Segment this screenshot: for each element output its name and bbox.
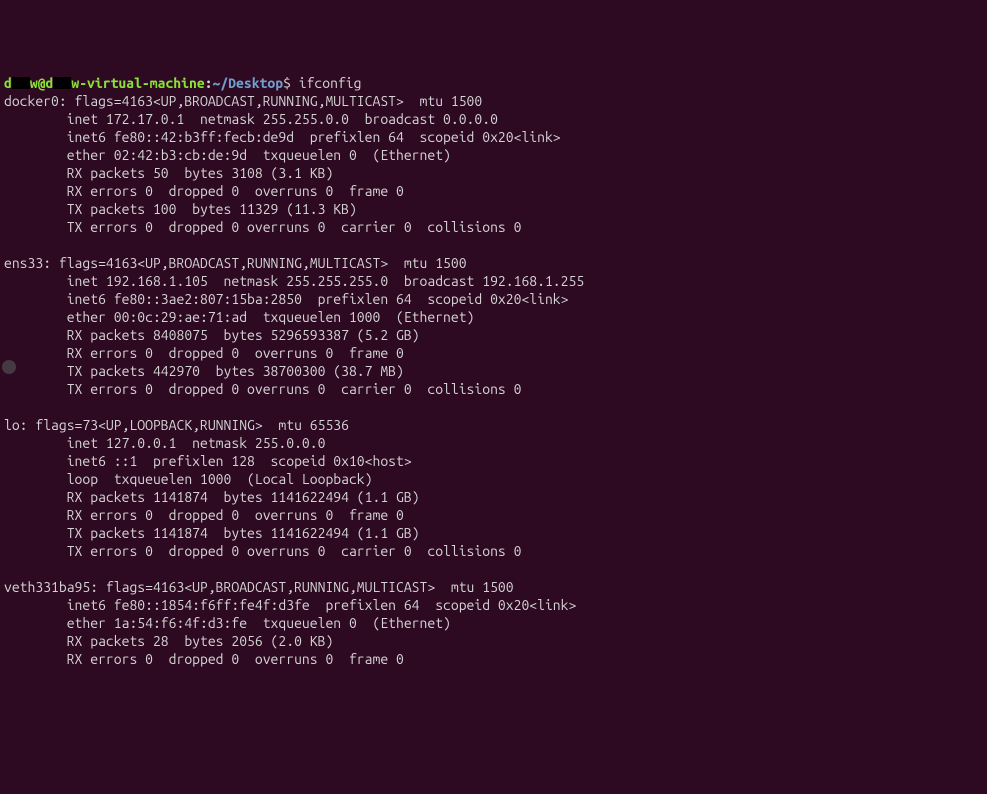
prompt-colon: : xyxy=(205,75,213,91)
censored-icon xyxy=(12,77,30,89)
iface-ens33-rxerrors: RX errors 0 dropped 0 overruns 0 frame 0 xyxy=(4,345,404,361)
iface-veth-ether: ether 1a:54:f6:4f:d3:fe txqueuelen 0 (Et… xyxy=(4,615,451,631)
iface-ens33-rxpackets: RX packets 8408075 bytes 5296593387 (5.2… xyxy=(4,327,420,343)
iface-ens33-inet: inet 192.168.1.105 netmask 255.255.255.0… xyxy=(4,273,584,289)
iface-lo-rxerrors: RX errors 0 dropped 0 overruns 0 frame 0 xyxy=(4,507,404,523)
command-text: ifconfig xyxy=(299,75,362,91)
prompt-host-prefix: d xyxy=(46,75,54,91)
iface-docker0-txpackets: TX packets 100 bytes 11329 (11.3 KB) xyxy=(4,201,357,217)
iface-ens33-txpackets: TX packets 442970 bytes 38700300 (38.7 M… xyxy=(4,363,404,379)
iface-docker0-rxerrors: RX errors 0 dropped 0 overruns 0 frame 0 xyxy=(4,183,404,199)
prompt-host-suffix: w-virtual-machine xyxy=(71,75,204,91)
iface-ens33-txerrors: TX errors 0 dropped 0 overruns 0 carrier… xyxy=(4,381,521,397)
iface-docker0-txerrors: TX errors 0 dropped 0 overruns 0 carrier… xyxy=(4,219,521,235)
iface-lo-txerrors: TX errors 0 dropped 0 overruns 0 carrier… xyxy=(4,543,521,559)
iface-lo-rxpackets: RX packets 1141874 bytes 1141622494 (1.1… xyxy=(4,489,420,505)
cursor-icon xyxy=(2,360,16,374)
iface-veth-header: veth331ba95: flags=4163<UP,BROADCAST,RUN… xyxy=(4,579,514,595)
iface-veth-inet6: inet6 fe80::1854:f6ff:fe4f:d3fe prefixle… xyxy=(4,597,576,613)
iface-veth-rxerrors: RX errors 0 dropped 0 overruns 0 frame 0 xyxy=(4,651,404,667)
iface-docker0-ether: ether 02:42:b3:cb:de:9d txqueuelen 0 (Et… xyxy=(4,147,451,163)
iface-lo-inet6: inet6 ::1 prefixlen 128 scopeid 0x10<hos… xyxy=(4,453,412,469)
iface-lo-loop: loop txqueuelen 1000 (Local Loopback) xyxy=(4,471,372,487)
iface-veth-rxpackets: RX packets 28 bytes 2056 (2.0 KB) xyxy=(4,633,333,649)
prompt-dollar: $ xyxy=(283,75,291,91)
terminal-output[interactable]: dw@dw-virtual-machine:~/Desktop$ ifconfi… xyxy=(4,74,983,668)
iface-lo-txpackets: TX packets 1141874 bytes 1141622494 (1.1… xyxy=(4,525,420,541)
censored-icon xyxy=(53,77,71,89)
iface-ens33-header: ens33: flags=4163<UP,BROADCAST,RUNNING,M… xyxy=(4,255,467,271)
iface-lo-header: lo: flags=73<UP,LOOPBACK,RUNNING> mtu 65… xyxy=(4,417,349,433)
prompt-user-prefix: d xyxy=(4,75,12,91)
iface-lo-inet: inet 127.0.0.1 netmask 255.0.0.0 xyxy=(4,435,325,451)
prompt-path: ~/Desktop xyxy=(213,75,284,91)
prompt-user-suffix: w xyxy=(30,75,38,91)
iface-docker0-inet6: inet6 fe80::42:b3ff:fecb:de9d prefixlen … xyxy=(4,129,561,145)
iface-ens33-ether: ether 00:0c:29:ae:71:ad txqueuelen 1000 … xyxy=(4,309,474,325)
iface-ens33-inet6: inet6 fe80::3ae2:807:15ba:2850 prefixlen… xyxy=(4,291,568,307)
iface-docker0-inet: inet 172.17.0.1 netmask 255.255.0.0 broa… xyxy=(4,111,498,127)
prompt-at: @ xyxy=(38,75,46,91)
iface-docker0-header: docker0: flags=4163<UP,BROADCAST,RUNNING… xyxy=(4,93,482,109)
iface-docker0-rxpackets: RX packets 50 bytes 3108 (3.1 KB) xyxy=(4,165,333,181)
